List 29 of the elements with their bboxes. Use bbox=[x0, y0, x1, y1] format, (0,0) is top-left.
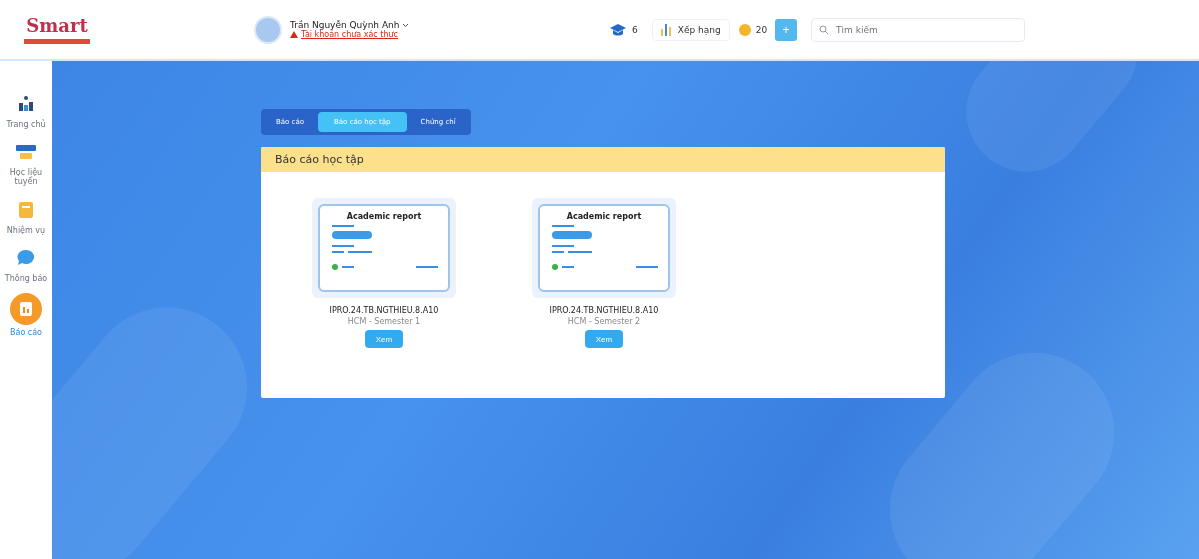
chevron-down-icon[interactable] bbox=[402, 22, 410, 28]
report-subtitle: HCM - Semester 2 bbox=[567, 317, 641, 326]
sidebar-item[interactable]: Trang chủ bbox=[2, 91, 50, 130]
thumbnail-title: Academic report bbox=[565, 212, 643, 221]
bar-chart-icon bbox=[660, 23, 673, 36]
user-name[interactable]: Trần Nguyễn Quỳnh Anh bbox=[290, 20, 400, 30]
logo[interactable]: Smart bbox=[22, 8, 92, 51]
report-subtitle: HCM - Semester 1 bbox=[347, 317, 421, 326]
warning-icon bbox=[290, 31, 298, 38]
graduation-cap-icon bbox=[610, 23, 626, 36]
sidebar-item[interactable]: Học liệu tuyển bbox=[2, 139, 50, 187]
report-code: IPRO.24.TB.NGTHIEU.8.A10 bbox=[329, 306, 439, 315]
cap-count: 6 bbox=[632, 24, 638, 35]
thumbnail-title: Academic report bbox=[345, 212, 423, 221]
sidebar-item[interactable]: Báo cáo bbox=[2, 292, 50, 338]
report-thumbnail[interactable]: Academic report bbox=[312, 198, 456, 298]
search-icon bbox=[819, 24, 830, 35]
unverified-warning-link[interactable]: Tài khoản chưa xác thực bbox=[301, 30, 398, 39]
report-thumbnail[interactable]: Academic report bbox=[532, 198, 676, 298]
search-field[interactable]: Tìm kiếm bbox=[811, 17, 1026, 42]
sidebar-item[interactable]: Nhiệm vụ bbox=[2, 196, 50, 235]
ranking-button[interactable]: Xếp hạng bbox=[651, 18, 730, 41]
panel-title: Báo cáo học tập bbox=[275, 153, 364, 166]
report-code: IPRO.24.TB.NGTHIEU.8.A10 bbox=[549, 306, 659, 315]
coin-count: 20 bbox=[755, 24, 768, 35]
sidebar-item[interactable]: Thông báo bbox=[2, 244, 50, 283]
coin-icon bbox=[737, 22, 752, 37]
logo-text: Smart bbox=[26, 15, 88, 36]
report-icon bbox=[10, 292, 42, 325]
